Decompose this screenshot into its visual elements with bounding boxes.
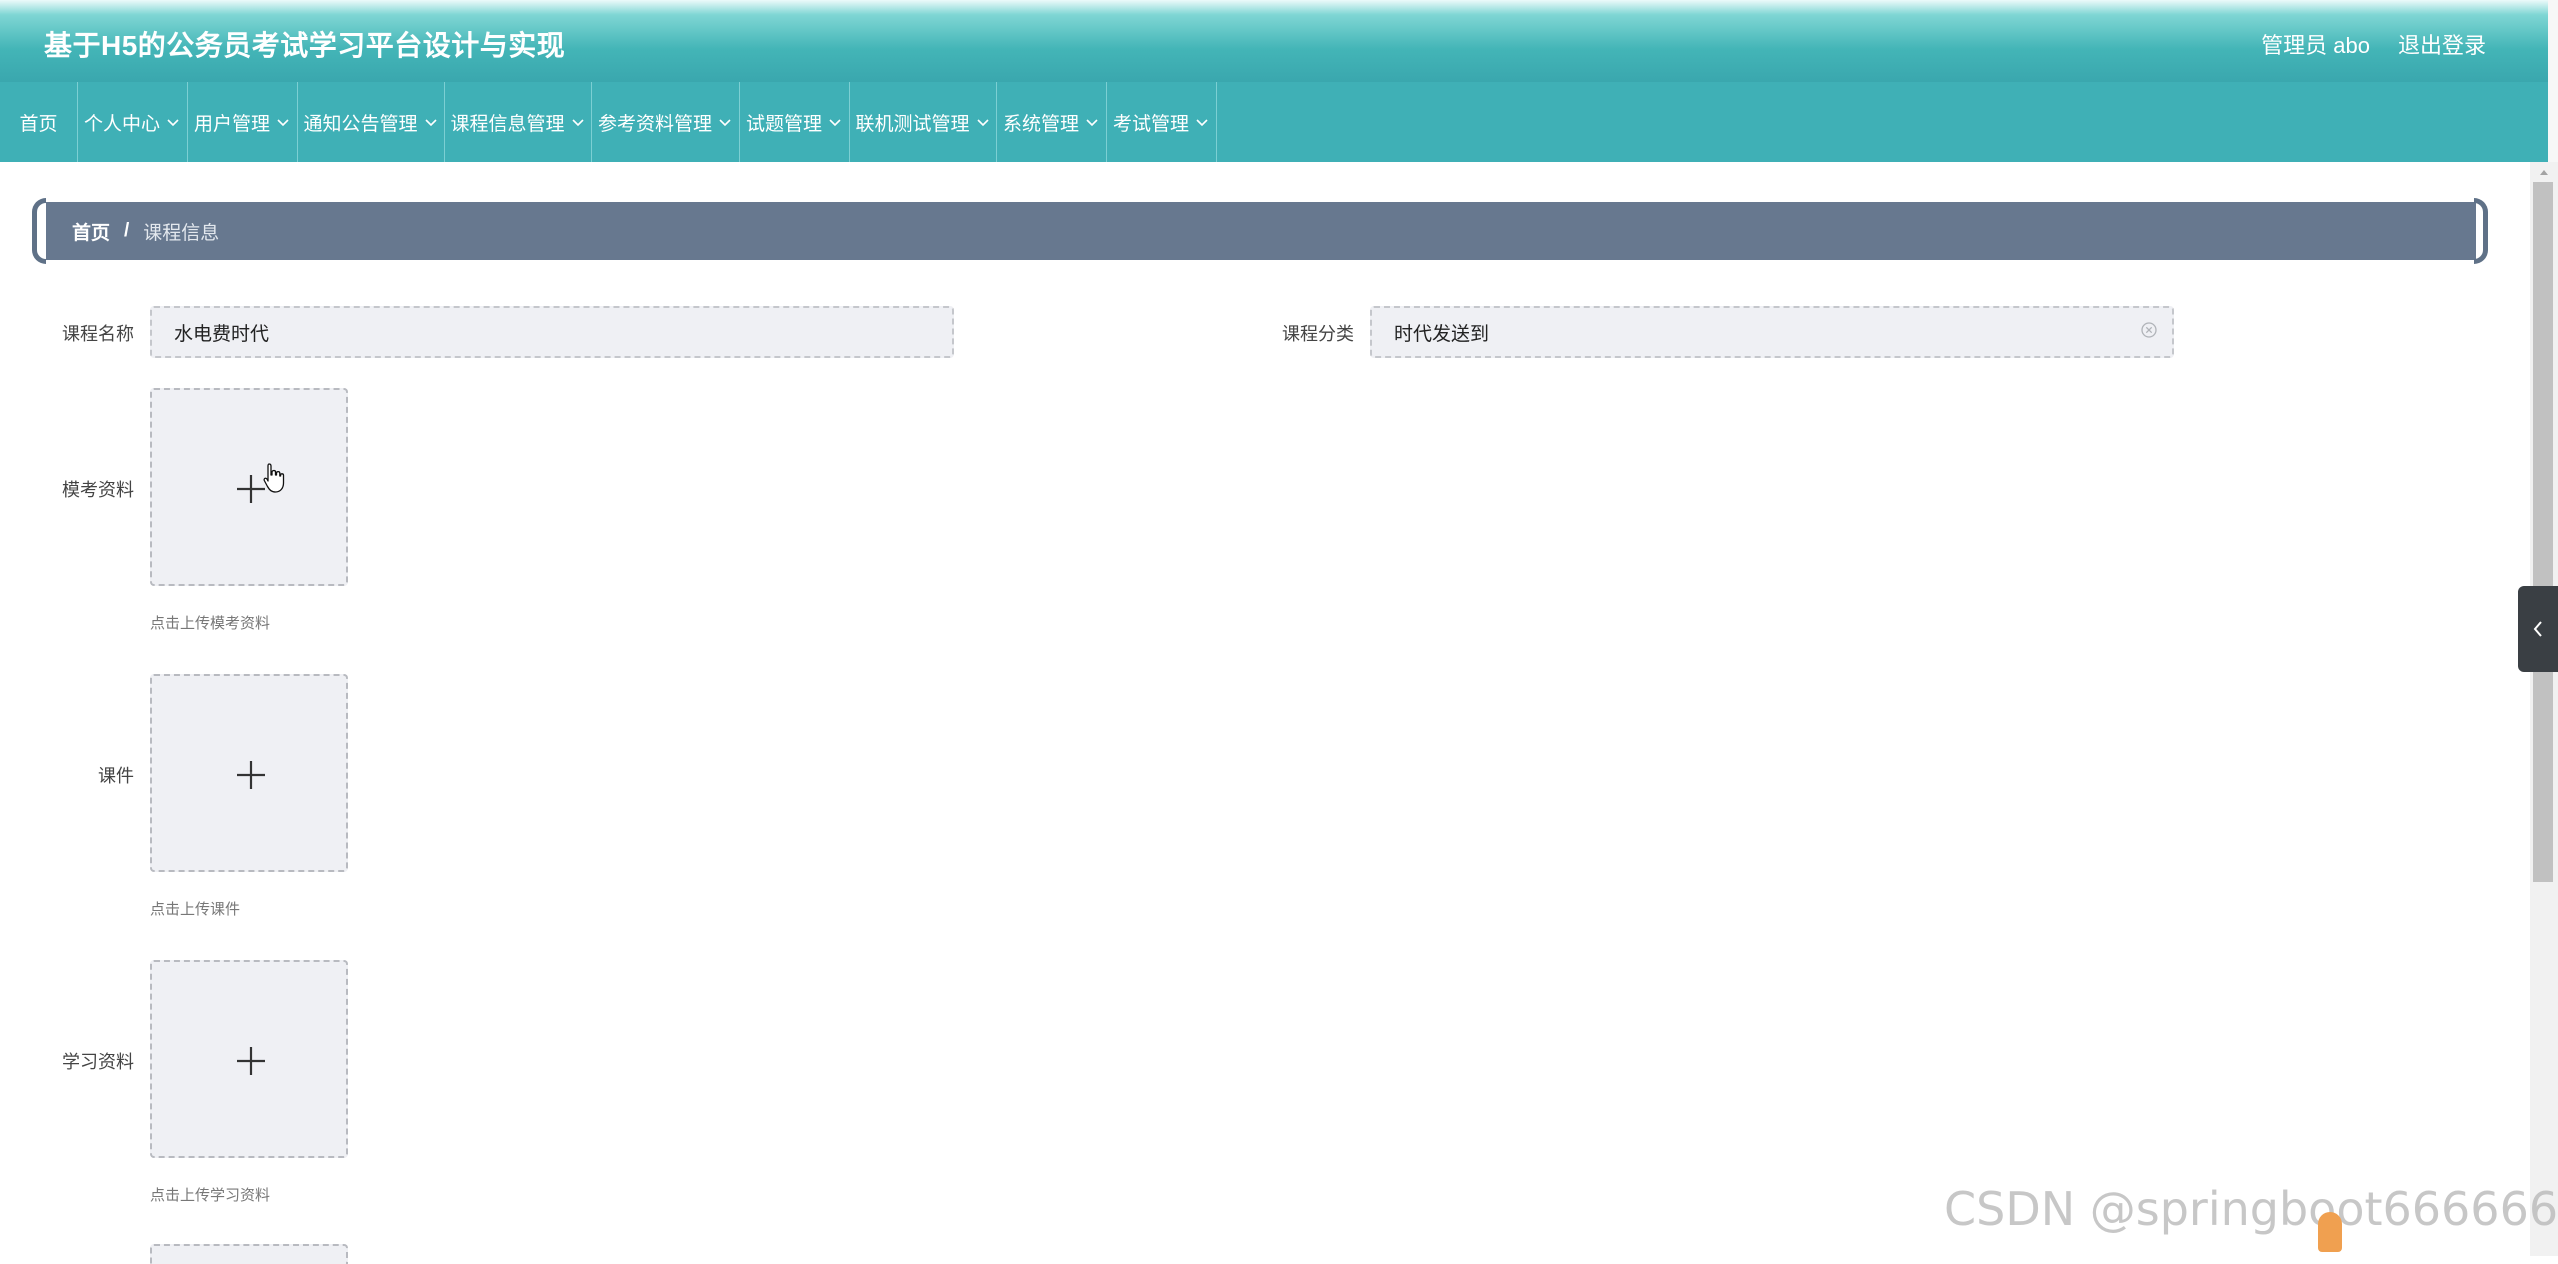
next-upload-box-partial[interactable]: [150, 1244, 348, 1264]
nav-item-course-management[interactable]: 课程信息管理: [445, 82, 592, 162]
nav-item-online-test-management[interactable]: 联机测试管理: [850, 82, 997, 162]
nav-item-system-management[interactable]: 系统管理: [997, 82, 1107, 162]
nav-item-label: 首页: [19, 113, 58, 135]
nav-item-label: 用户管理: [193, 113, 270, 135]
chevron-down-icon: [719, 119, 731, 127]
nav-item-home[interactable]: 首页: [0, 82, 78, 162]
mock-material-label: 模考资料: [62, 480, 134, 500]
mock-material-upload[interactable]: [150, 388, 348, 586]
scrollbar-thumb[interactable]: [2533, 182, 2553, 882]
nav-item-label: 通知公告管理: [303, 113, 418, 135]
breadcrumb-bracket-right: [2474, 198, 2488, 264]
breadcrumb-home-link[interactable]: 首页: [72, 218, 110, 245]
nav-item-label: 联机测试管理: [855, 113, 970, 135]
app-header: 基于H5的公务员考试学习平台设计与实现 管理员 abo 退出登录: [0, 0, 2558, 82]
nav-item-reference-management[interactable]: 参考资料管理: [592, 82, 740, 162]
chevron-down-icon: [277, 119, 289, 127]
scroll-up-icon: [2540, 170, 2548, 175]
logout-link[interactable]: 退出登录: [2398, 28, 2486, 60]
side-panel-toggle[interactable]: [2518, 586, 2558, 672]
nav-item-label: 考试管理: [1112, 113, 1189, 135]
courseware-label: 课件: [98, 766, 134, 786]
nav-item-label: 个人中心: [83, 113, 160, 135]
breadcrumb-bracket-left: [32, 198, 46, 264]
chevron-down-icon: [1196, 119, 1208, 127]
chevron-down-icon: [976, 119, 989, 127]
course-category-label: 课程分类: [1282, 324, 1354, 344]
watermark-text: CSDN @springboot666666: [1944, 1182, 2558, 1236]
clear-input-icon[interactable]: [2140, 321, 2158, 339]
nav-item-label: 系统管理: [1002, 113, 1079, 135]
nav-item-label: 试题管理: [745, 113, 822, 135]
chevron-down-icon: [167, 119, 179, 127]
nav-item-label: 课程信息管理: [450, 113, 565, 135]
nav-item-exam-management[interactable]: 考试管理: [1107, 82, 1217, 162]
course-name-label: 课程名称: [62, 324, 134, 344]
chevron-down-icon: [424, 119, 437, 127]
mock-material-hint: 点击上传模考资料: [150, 615, 271, 632]
main-nav: 首页 个人中心 用户管理 通知公告管理 课程信息管理 参考资料管理 试题管理 联…: [0, 82, 2558, 162]
chevron-down-icon: [829, 119, 841, 127]
chevron-down-icon: [1086, 119, 1098, 127]
courseware-hint: 点击上传课件: [150, 901, 241, 918]
courseware-upload[interactable]: [150, 674, 348, 872]
study-material-label: 学习资料: [62, 1052, 134, 1072]
mascot-icon: [2318, 1212, 2342, 1252]
course-category-input[interactable]: [1370, 306, 2174, 358]
nav-item-user-management[interactable]: 用户管理: [188, 82, 298, 162]
breadcrumb-separator: /: [124, 220, 130, 241]
nav-item-question-management[interactable]: 试题管理: [740, 82, 850, 162]
chevron-down-icon: [571, 119, 584, 127]
nav-item-label: 参考资料管理: [597, 113, 712, 135]
app-title: 基于H5的公务员考试学习平台设计与实现: [44, 30, 566, 61]
study-material-upload[interactable]: [150, 960, 348, 1158]
course-name-input[interactable]: [150, 306, 954, 358]
current-user-label: 管理员 abo: [2261, 33, 2370, 58]
plus-icon: [237, 1047, 265, 1075]
study-material-hint: 点击上传学习资料: [150, 1187, 271, 1204]
nav-item-personal-center[interactable]: 个人中心: [78, 82, 188, 162]
scrollbar-up-arrow[interactable]: [2530, 162, 2558, 182]
breadcrumb: 首页 / 课程信息: [46, 202, 2476, 260]
chevron-left-icon: [2533, 621, 2542, 637]
nav-item-notice-management[interactable]: 通知公告管理: [298, 82, 445, 162]
hand-cursor-icon: [263, 463, 285, 493]
breadcrumb-current: 课程信息: [143, 222, 220, 244]
plus-icon: [237, 761, 265, 789]
